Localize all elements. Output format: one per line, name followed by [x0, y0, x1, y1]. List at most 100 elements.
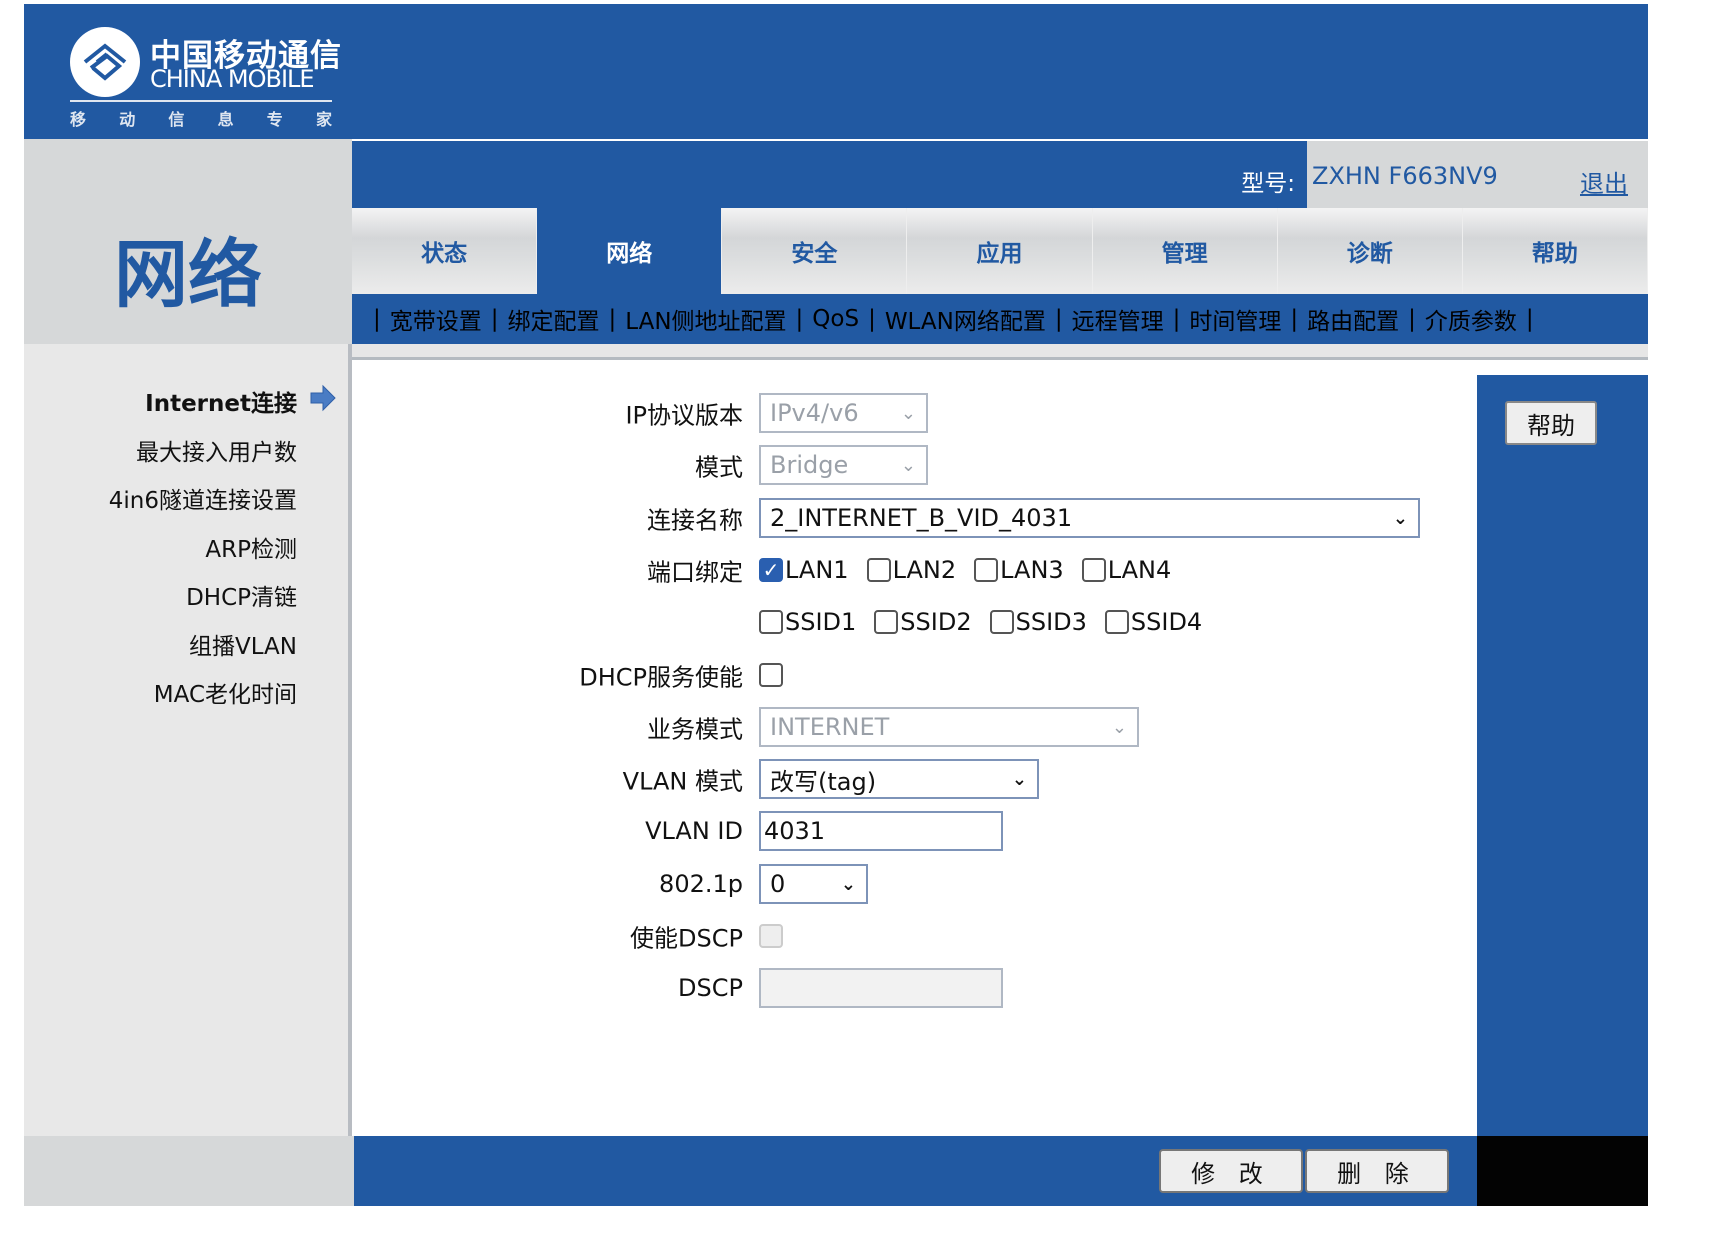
help-button[interactable]: 帮助 — [1505, 401, 1597, 445]
top-bar — [352, 141, 1307, 208]
tab-management[interactable]: 管理 — [1092, 208, 1278, 294]
connection-name-label: 连接名称 — [647, 506, 743, 535]
lan4-checkbox[interactable]: LAN4 — [1081, 556, 1172, 584]
lan-checkboxes: ✓ LAN1 LAN2 LAN3 LAN4 — [759, 556, 1189, 584]
lan1-checkbox[interactable]: ✓ LAN1 — [759, 556, 849, 584]
tab-network[interactable]: 网络 — [537, 208, 723, 294]
subnav-remote[interactable]: 远程管理 — [1072, 302, 1164, 336]
content-top-strip — [352, 344, 1648, 360]
mode-value: Bridge — [770, 451, 849, 479]
footer-corner — [1477, 1136, 1648, 1206]
sidebar-item-multicast-vlan[interactable]: 组播VLAN — [189, 627, 297, 661]
tab-help[interactable]: 帮助 — [1462, 208, 1648, 294]
sidebar-item-internet[interactable]: Internet连接 — [145, 384, 297, 418]
sidebar-item-max-users[interactable]: 最大接入用户数 — [136, 433, 297, 467]
subnav-qos[interactable]: QoS — [812, 306, 859, 332]
slogan-char: 动 — [119, 110, 136, 129]
checkbox-box — [989, 610, 1014, 634]
ssid2-checkbox[interactable]: SSID2 — [874, 608, 972, 636]
checkbox-box — [759, 610, 783, 634]
logo-slogan: 移动信息专家 — [70, 106, 332, 130]
p8021-value: 0 — [770, 870, 786, 898]
separator: | — [1525, 306, 1534, 332]
chevron-down-icon: ⌄ — [840, 873, 856, 895]
delete-button[interactable]: 删 除 — [1305, 1149, 1449, 1193]
connection-name-select[interactable]: 2_INTERNET_B_VID_4031 ⌄ — [759, 498, 1420, 538]
sidebar-item-mac-aging[interactable]: MAC老化时间 — [154, 675, 297, 709]
separator: | — [490, 306, 499, 332]
logout-link[interactable]: 退出 — [1580, 164, 1628, 199]
sidebar-item-arp[interactable]: ARP检测 — [205, 530, 297, 564]
subnav-lan-address[interactable]: LAN侧地址配置 — [625, 302, 786, 336]
subnav-broadband[interactable]: 宽带设置 — [390, 302, 482, 336]
ssid1-checkbox[interactable]: SSID1 — [759, 608, 856, 636]
ssid3-checkbox[interactable]: SSID3 — [989, 608, 1087, 636]
sidebar-item-4in6[interactable]: 4in6隧道连接设置 — [109, 481, 297, 515]
service-mode-label: 业务模式 — [647, 715, 743, 744]
vlan-id-input[interactable]: 4031 — [759, 811, 1003, 851]
chevron-down-icon: ⌄ — [1392, 507, 1408, 529]
checkbox-box — [1104, 610, 1129, 634]
separator: | — [1054, 306, 1063, 332]
sidebar: Internet连接 最大接入用户数 4in6隧道连接设置 ARP检测 DHCP… — [24, 344, 352, 1136]
checkbox-label: SSID1 — [785, 608, 857, 636]
separator: | — [1290, 306, 1299, 332]
p8021-select[interactable]: 0 ⌄ — [759, 864, 868, 904]
service-mode-select[interactable]: INTERNET ⌄ — [759, 707, 1139, 747]
subnav-media[interactable]: 介质参数 — [1425, 302, 1517, 336]
checkbox-label: LAN1 — [785, 556, 849, 584]
dscp-enable-checkbox[interactable] — [759, 924, 785, 948]
tab-security[interactable]: 安全 — [722, 208, 908, 294]
checkbox-label: LAN4 — [1107, 556, 1172, 584]
subnav-wlan[interactable]: WLAN网络配置 — [885, 302, 1046, 336]
vlan-mode-label: VLAN 模式 — [622, 767, 743, 796]
chevron-down-icon: ⌄ — [1111, 716, 1127, 738]
ssid4-checkbox[interactable]: SSID4 — [1104, 608, 1203, 636]
ip-version-value: IPv4/v6 — [770, 399, 859, 427]
connection-name-value: 2_INTERNET_B_VID_4031 — [770, 504, 1073, 532]
tab-application[interactable]: 应用 — [907, 208, 1093, 294]
service-mode-value: INTERNET — [770, 713, 890, 741]
dscp-input[interactable] — [759, 968, 1003, 1008]
chevron-down-icon: ⌄ — [900, 402, 916, 424]
separator: | — [373, 306, 381, 332]
checkbox-label: LAN3 — [1000, 556, 1064, 584]
dhcp-enable-label: DHCP服务使能 — [579, 663, 743, 692]
mode-select[interactable]: Bridge ⌄ — [759, 445, 928, 485]
separator: | — [868, 306, 876, 332]
logo-text-en: CHINA MOBILE — [150, 65, 315, 93]
dscp-enable-label: 使能DSCP — [630, 924, 743, 953]
sub-nav: | 宽带设置 | 绑定配置 | LAN侧地址配置 | QoS | WLAN网络配置 | 远… — [352, 294, 1648, 344]
separator: | — [608, 306, 617, 332]
modify-button[interactable]: 修 改 — [1159, 1149, 1303, 1193]
subnav-time[interactable]: 时间管理 — [1189, 302, 1281, 336]
checkbox-box — [759, 663, 783, 687]
logo-divider — [70, 100, 332, 102]
sidebar-item-dhcp-clear[interactable]: DHCP清链 — [186, 578, 297, 612]
vlan-mode-select[interactable]: 改写(tag) ⌄ — [759, 759, 1039, 799]
checkbox-label: LAN2 — [892, 556, 957, 584]
lan2-checkbox[interactable]: LAN2 — [866, 556, 957, 584]
dscp-label: DSCP — [678, 974, 743, 1002]
subnav-route[interactable]: 路由配置 — [1307, 302, 1399, 336]
port-binding-label: 端口绑定 — [647, 558, 743, 587]
slogan-char: 专 — [266, 110, 283, 129]
check-icon: ✓ — [759, 558, 783, 582]
china-mobile-logo-icon — [70, 27, 140, 97]
ip-version-select[interactable]: IPv4/v6 ⌄ — [759, 393, 928, 433]
slogan-char: 家 — [315, 110, 332, 129]
p8021-label: 802.1p — [659, 870, 743, 898]
vlan-mode-value: 改写(tag) — [770, 767, 877, 796]
checkbox-box — [974, 558, 999, 582]
footer-left — [24, 1136, 354, 1206]
slogan-char: 息 — [217, 110, 234, 129]
tab-status[interactable]: 状态 — [352, 208, 538, 294]
subnav-binding[interactable]: 绑定配置 — [508, 302, 600, 336]
checkbox-box — [866, 558, 891, 582]
checkbox-box — [759, 924, 783, 948]
lan3-checkbox[interactable]: LAN3 — [974, 556, 1064, 584]
dhcp-enable-checkbox[interactable] — [759, 663, 785, 687]
mode-label: 模式 — [695, 453, 743, 482]
tab-diagnosis[interactable]: 诊断 — [1277, 208, 1463, 294]
checkbox-label: SSID4 — [1130, 608, 1203, 636]
